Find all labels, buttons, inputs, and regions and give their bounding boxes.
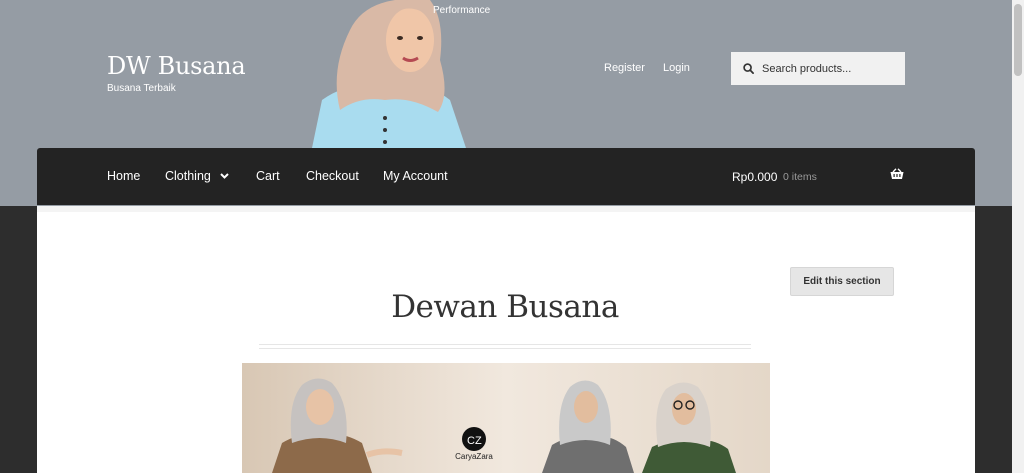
nav-label: Clothing <box>165 169 211 183</box>
nav-label: Home <box>107 169 141 183</box>
cart-item-count[interactable]: 0 items <box>783 171 817 183</box>
search-input[interactable] <box>760 61 904 76</box>
cart-total[interactable]: Rp0.000 <box>732 170 777 184</box>
banner-image: CZ <box>242 363 770 473</box>
search-icon <box>743 63 754 74</box>
edit-section-button[interactable]: Edit this section <box>790 267 894 296</box>
site-tagline: Busana Terbaik <box>107 83 176 94</box>
site-title[interactable]: DW Busana <box>107 52 246 80</box>
nav-item-checkout[interactable]: Checkout <box>306 169 359 183</box>
chevron-down-icon <box>220 173 229 179</box>
scrollbar-thumb[interactable] <box>1014 4 1022 76</box>
title-divider <box>259 344 751 349</box>
banner-brand-text: CaryaZara <box>455 452 493 461</box>
header-hero-image <box>300 0 470 148</box>
basket-icon[interactable] <box>890 168 904 180</box>
promo-banner[interactable]: CZ CaryaZara <box>242 363 770 473</box>
nav-item-clothing[interactable]: Clothing <box>165 169 229 183</box>
content-top-edge <box>37 206 975 212</box>
register-link[interactable]: Register <box>604 62 645 74</box>
nav-label: My Account <box>383 169 448 183</box>
main-content: Edit this section Dewan Busana CZ CaryaZ… <box>37 206 975 473</box>
nav-item-my-account[interactable]: My Account <box>383 169 448 183</box>
nav-label: Checkout <box>306 169 359 183</box>
primary-navigation: Home Clothing Cart Checkout My Account R… <box>37 148 975 205</box>
page-title: Dewan Busana <box>391 289 619 325</box>
product-search[interactable] <box>731 52 905 85</box>
nav-item-home[interactable]: Home <box>107 169 140 183</box>
nav-label: Cart <box>256 169 280 183</box>
login-link[interactable]: Login <box>663 62 690 74</box>
nav-item-cart[interactable]: Cart <box>256 169 280 183</box>
svg-text:CZ: CZ <box>467 435 482 447</box>
performance-link[interactable]: Performance <box>433 5 490 16</box>
